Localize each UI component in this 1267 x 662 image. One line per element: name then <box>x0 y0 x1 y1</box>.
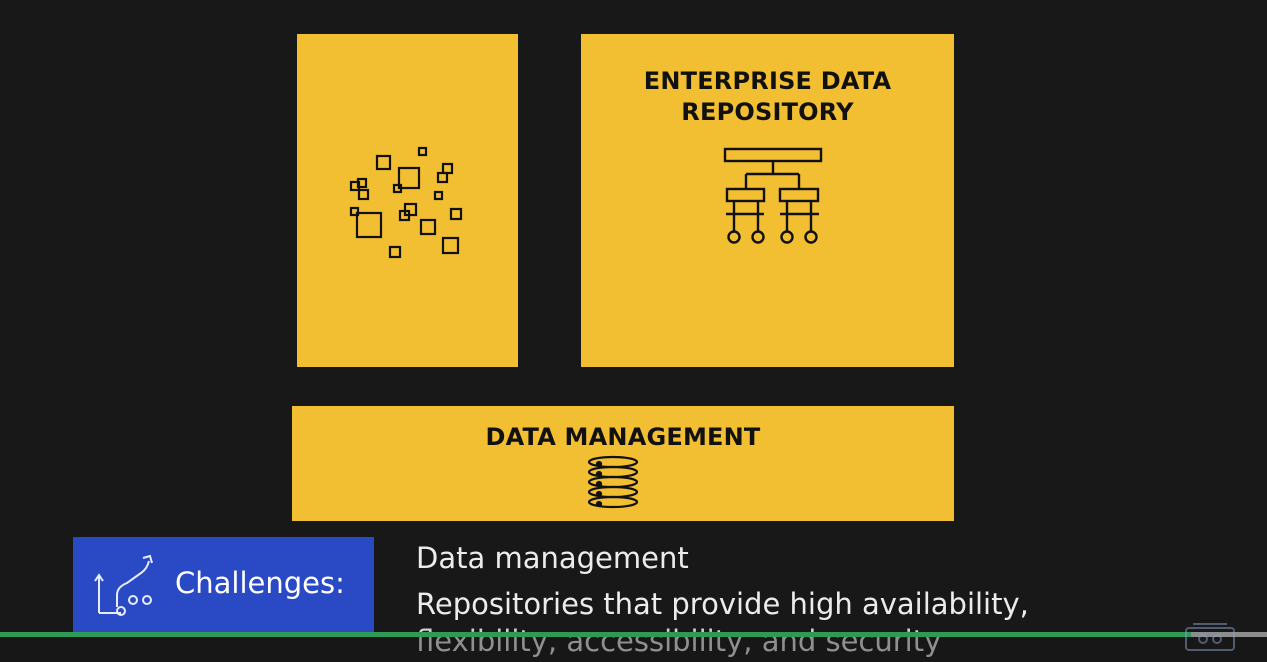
challenge-path-icon <box>93 551 165 621</box>
database-stack-icon <box>585 455 641 515</box>
title-line-2: REPOSITORY <box>681 98 854 126</box>
caption-title: Data management <box>416 541 689 575</box>
player-controls-overlay <box>0 637 1267 662</box>
panel-title-enterprise-repository: ENTERPRISE DATA REPOSITORY <box>581 66 954 128</box>
channel-logo-icon <box>1183 620 1237 654</box>
panel-data-management: DATA MANAGEMENT <box>292 406 954 521</box>
scattered-squares-icon <box>346 144 468 264</box>
title-line-1: ENTERPRISE DATA <box>643 67 892 95</box>
challenges-banner: Challenges: <box>73 537 374 632</box>
panel-title-data-management: DATA MANAGEMENT <box>485 423 761 451</box>
hierarchy-tree-icon <box>722 146 824 246</box>
challenges-label: Challenges: <box>175 566 345 600</box>
caption-line-1: Repositories that provide high availabil… <box>416 587 1029 621</box>
panel-enterprise-data-repository: ENTERPRISE DATA REPOSITORY <box>581 34 954 367</box>
panel-unstructured-data <box>297 34 518 367</box>
